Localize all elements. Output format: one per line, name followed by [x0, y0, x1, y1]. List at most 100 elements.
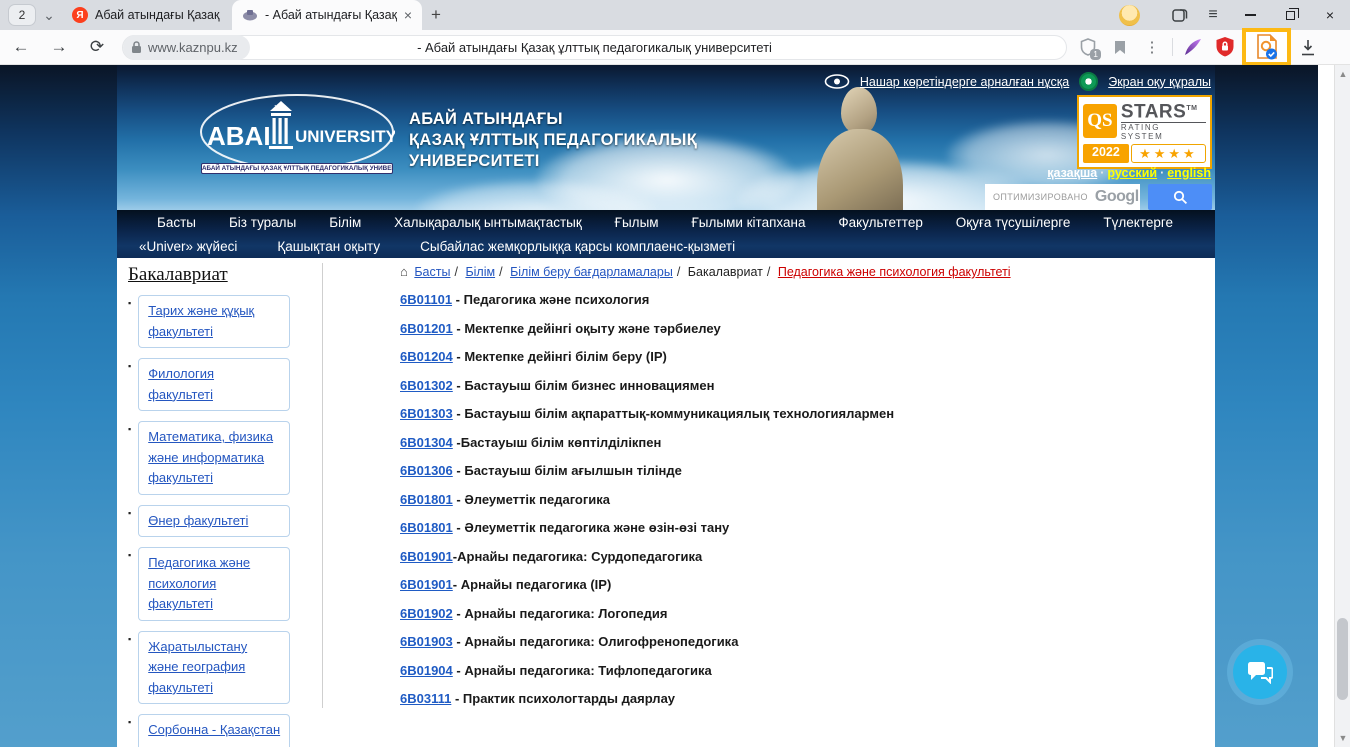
nav-library[interactable]: Ғылыми кітапхана — [691, 215, 805, 230]
tab-counter-button[interactable]: 2 — [8, 4, 36, 26]
lang-russian-link[interactable]: русский — [1107, 166, 1157, 180]
faculty-link[interactable]: Филология факультеті — [148, 366, 214, 402]
scroll-down-icon[interactable]: ▼ — [1335, 730, 1350, 746]
program-code-link[interactable]: 6В01304 — [400, 435, 453, 450]
address-bar[interactable]: www.kaznpu.kz - Абай атындағы Қазақ ұлтт… — [122, 35, 1067, 60]
breadcrumb-current[interactable]: Педагогика және психология факультеті — [778, 265, 1011, 279]
breadcrumb-home[interactable]: Басты — [414, 265, 450, 279]
back-icon[interactable]: ← — [4, 32, 38, 62]
kebab-menu-icon[interactable]: ⋮ — [1137, 32, 1167, 62]
program-row: 6В01904 - Арнайы педагогика: Тифлопедаго… — [400, 663, 1190, 678]
breadcrumb-bachelor: Бакалавриат — [688, 265, 763, 279]
scroll-up-icon[interactable]: ▲ — [1335, 66, 1350, 82]
program-row: 6В01901-Арнайы педагогика: Сурдопедагоги… — [400, 549, 1190, 564]
faculty-link[interactable]: Математика, физика және информатика факу… — [148, 429, 273, 485]
program-name: Педагогика және психология — [464, 292, 650, 307]
program-code-link[interactable]: 6В01901 — [400, 549, 453, 564]
browser-window: 2 ⌄ Я Абай атындағы Қазақ ұлт - Абай аты… — [0, 0, 1350, 747]
nav-international[interactable]: Халықаралық ынтымақтастық — [394, 215, 582, 230]
program-code-link[interactable]: 6В01302 — [400, 378, 453, 393]
highlighted-extension-icon[interactable] — [1242, 28, 1291, 66]
chevron-down-icon[interactable]: ⌄ — [36, 4, 62, 26]
screen-reader-link[interactable]: Экран оқу құралы — [1108, 75, 1211, 89]
faculty-link[interactable]: Жаратылыстану және география факультеті — [148, 639, 247, 695]
qs-logo-icon: QS — [1083, 104, 1117, 138]
url-pill[interactable]: www.kaznpu.kz — [123, 35, 250, 60]
close-window-button[interactable]: × — [1310, 0, 1350, 30]
faculty-link[interactable]: Тарих және құқық факультеті — [148, 303, 254, 339]
close-tab-icon[interactable]: × — [404, 7, 412, 23]
program-code-link[interactable]: 6В01201 — [400, 321, 453, 336]
nav-about[interactable]: Біз туралы — [229, 215, 296, 230]
tab-2-active[interactable]: - Абай атындағы Қазақ × — [232, 0, 422, 30]
adblock-shield-extension-icon[interactable] — [1210, 32, 1240, 62]
home-icon[interactable]: ⌂ — [400, 264, 408, 279]
screen-reader-icon — [1079, 72, 1098, 91]
scrollbar-thumb[interactable] — [1337, 618, 1348, 700]
page-title-in-omnibox: - Абай атындағы Қазақ ұлттық педагогикал… — [123, 40, 1066, 55]
sidebar-item-history-law: ▪Тарих және құқық факультеті — [128, 295, 318, 348]
program-name: Арнайы педагогика: Сурдопедагогика — [457, 549, 702, 564]
breadcrumb-programs[interactable]: Білім беру бағдарламалары — [510, 265, 673, 279]
program-code-link[interactable]: 6В01904 — [400, 663, 453, 678]
tab-1[interactable]: Я Абай атындағы Қазақ ұлт — [62, 0, 232, 30]
program-code-link[interactable]: 6В01801 — [400, 520, 453, 535]
faculty-link[interactable]: Өнер факультеті — [148, 513, 248, 528]
nav-univer-system[interactable]: «Univer» жүйесі — [139, 239, 237, 254]
breadcrumb: ⌂ Басты/ Білім/ Білім беру бағдарламалар… — [400, 264, 1190, 279]
program-row: 6В01901- Арнайы педагогика (IP) — [400, 577, 1190, 592]
program-code-link[interactable]: 6В01901 — [400, 577, 453, 592]
emblem-banner-text: АБАЙ АТЫНДАҒЫ ҚАЗАҚ ҰЛТТЫҚ ПЕДАГОГИКАЛЫҚ… — [201, 163, 393, 174]
program-row: 6В01303 - Бастауыш білім ақпараттық-комм… — [400, 406, 1190, 421]
program-code-link[interactable]: 6В01903 — [400, 634, 453, 649]
reload-icon[interactable]: ⟳ — [80, 32, 114, 62]
program-code-link[interactable]: 6В03111 — [400, 691, 451, 706]
university-logo[interactable]: ABAI UNIVERSITY 1928 АБАЙ АТЫНДАҒЫ ҚАЗАҚ… — [199, 93, 697, 187]
low-vision-version-link[interactable]: Нашар көретіндерге арналған нұсқа — [860, 75, 1069, 89]
content-area: Бакалавриат ▪Тарих және құқық факультеті… — [117, 258, 1215, 747]
scrollbar[interactable]: ▲ ▼ — [1334, 65, 1350, 747]
site-favicon-icon — [242, 9, 258, 21]
program-code-link[interactable]: 6В01101 — [400, 292, 452, 307]
program-name: Бастауыш білім бизнес инновациямен — [464, 378, 714, 393]
faculty-link[interactable]: Педагогика және психология факультеті — [148, 555, 250, 611]
nav-home[interactable]: Басты — [157, 215, 196, 230]
program-code-link[interactable]: 6В01303 — [400, 406, 453, 421]
nav-faculties[interactable]: Факультеттер — [838, 215, 922, 230]
nav-anticorruption[interactable]: Сыбайлас жемқорлыққа қарсы комплаенс-қыз… — [420, 239, 735, 254]
nav-science[interactable]: Ғылым — [615, 215, 659, 230]
qs-stars: ★★★★ — [1131, 144, 1206, 163]
search-input[interactable]: ОПТИМИЗИРОВАНО Googl — [985, 184, 1140, 210]
breadcrumb-education[interactable]: Білім — [465, 265, 495, 279]
nav-alumni[interactable]: Түлектерге — [1103, 215, 1173, 230]
search-button[interactable] — [1148, 184, 1212, 210]
restore-button[interactable] — [1270, 0, 1310, 30]
program-code-link[interactable]: 6В01306 — [400, 463, 453, 478]
minimize-button[interactable] — [1230, 0, 1270, 30]
chat-button[interactable] — [1233, 645, 1287, 699]
sidebar-item-philology: ▪Филология факультеті — [128, 358, 318, 411]
program-code-link[interactable]: 6В01204 — [400, 349, 453, 364]
lang-english-link[interactable]: english — [1167, 166, 1211, 180]
new-tab-button[interactable]: + — [422, 1, 450, 29]
program-code-link[interactable]: 6В01801 — [400, 492, 453, 507]
faculty-link[interactable]: Сорбонна - Қазақстан институты — [148, 722, 280, 747]
bullet-icon: ▪ — [128, 505, 131, 538]
nav-education[interactable]: Білім — [329, 215, 361, 230]
forward-icon[interactable]: → — [42, 32, 76, 62]
sidebar-item-math-physics: ▪Математика, физика және информатика фак… — [128, 421, 318, 495]
password-protect-icon[interactable]: 1 — [1073, 32, 1103, 62]
menu-icon[interactable]: ≡ — [1196, 1, 1230, 29]
nav-applicants[interactable]: Оқуға түсушілерге — [956, 215, 1071, 230]
program-code-link[interactable]: 6В01902 — [400, 606, 453, 621]
yandex-feather-extension-icon[interactable] — [1178, 32, 1208, 62]
nav-distance-learning[interactable]: Қашықтан оқыту — [277, 239, 380, 254]
side-panel-icon[interactable] — [1162, 1, 1196, 29]
program-row: 6В01304 -Бастауыш білім көптілділікпен — [400, 435, 1190, 450]
profile-avatar[interactable] — [1119, 5, 1140, 26]
yandex-favicon-icon: Я — [72, 7, 88, 23]
bookmark-icon[interactable] — [1105, 32, 1135, 62]
download-icon[interactable] — [1293, 32, 1323, 62]
lang-kazakh-link[interactable]: қазақша — [1047, 166, 1097, 180]
eye-icon — [824, 74, 850, 89]
